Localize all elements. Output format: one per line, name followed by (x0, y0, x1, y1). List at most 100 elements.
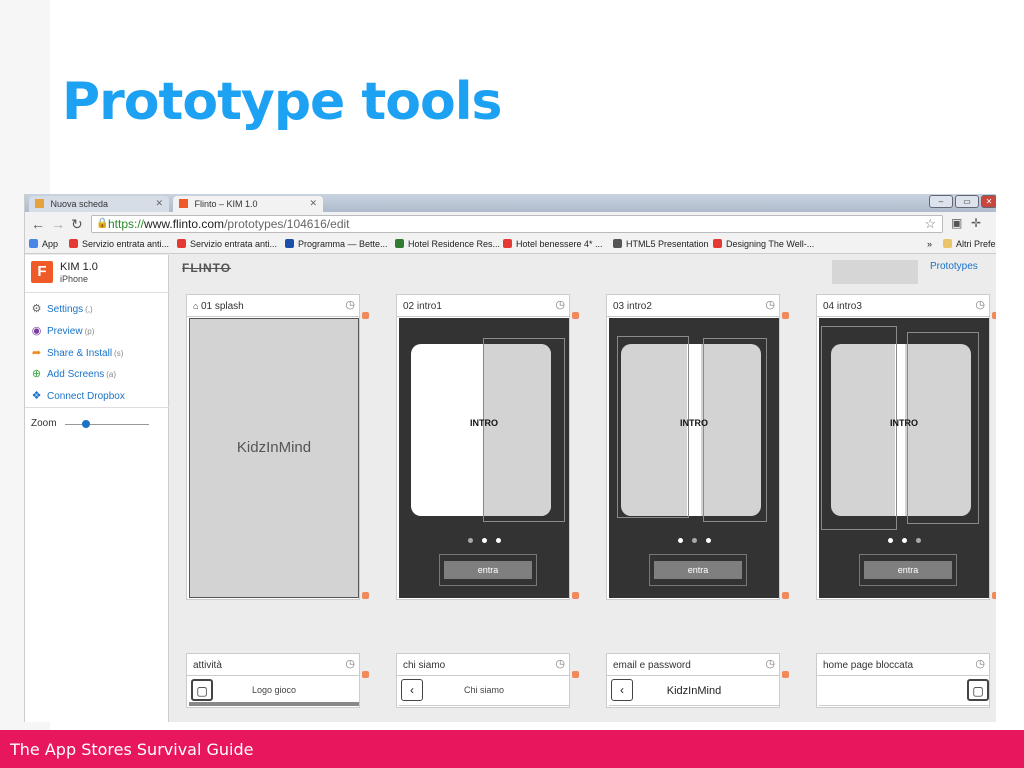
zoom-slider-track[interactable] (65, 424, 149, 425)
flinto-wordmark: FLINTO (182, 261, 232, 275)
back-arrow-icon[interactable]: ← (31, 216, 45, 232)
page-icon (35, 199, 44, 208)
window-close-button[interactable]: ✕ (981, 195, 996, 208)
bookmark-item[interactable]: HTML5 Presentation (613, 239, 709, 249)
slide-frame (703, 338, 767, 522)
tab-flinto[interactable]: Flinto – KIM 1.0 ✕ (173, 196, 323, 212)
screen-card[interactable]: email e password ◷ KidzInMind ‹ (606, 653, 780, 708)
menu-settings[interactable]: ⚙ Settings (,) (31, 302, 93, 315)
apps-grid-icon (29, 239, 38, 248)
address-bar[interactable]: 🔒 https://www.flinto.com/prototypes/1046… (91, 215, 943, 233)
zoom-slider-handle[interactable] (82, 420, 90, 428)
card-title: 03 intro2 (613, 301, 652, 312)
clock-icon[interactable]: ◷ (765, 657, 775, 670)
sidebar: F KIM 1.0 iPhone ⚙ Settings (,) ◉ Preview (p… (25, 255, 169, 722)
chevron-left-icon: ‹ (611, 679, 633, 701)
link-connector-icon[interactable] (782, 312, 789, 319)
link-connector-icon[interactable] (992, 592, 996, 599)
link-connector-icon[interactable] (992, 312, 996, 319)
screen-preview: INTRO entra (819, 318, 989, 598)
link-connector-icon[interactable] (572, 671, 579, 678)
flinto-logo-icon: F (31, 261, 53, 283)
bookmark-item[interactable]: Hotel benessere 4* ... (503, 239, 603, 249)
other-bookmarks[interactable]: Altri Prefe (943, 239, 996, 249)
zoom-label: Zoom (31, 418, 57, 429)
link-connector-icon[interactable] (362, 671, 369, 678)
menu-divider (25, 407, 169, 408)
link-connector-icon[interactable] (572, 312, 579, 319)
slide-title: Prototype tools (62, 72, 502, 132)
clock-icon[interactable]: ◷ (975, 657, 985, 670)
bookmark-icon (177, 239, 186, 248)
extension-icon[interactable]: ▣ (951, 216, 962, 230)
star-icon[interactable]: ☆ (924, 216, 936, 232)
clock-icon[interactable]: ◷ (345, 657, 355, 670)
clock-icon[interactable]: ◷ (555, 657, 565, 670)
link-connector-icon[interactable] (362, 592, 369, 599)
bookmark-item[interactable]: Servizio entrata anti... (177, 239, 277, 249)
bookmark-item[interactable]: App (29, 239, 58, 249)
screen-card[interactable]: 02 intro1 ◷ INTRO entra (396, 294, 570, 600)
entra-button[interactable]: entra (864, 561, 952, 579)
screen-preview: KidzInMind (189, 318, 359, 598)
screen-card[interactable]: ⌂ 01 splash ◷ KidzInMind (186, 294, 360, 600)
project-header: F KIM 1.0 iPhone (25, 255, 169, 293)
bookmark-item[interactable]: Designing The Well-... (713, 239, 814, 249)
page-dot (468, 538, 473, 543)
card-header: 03 intro2 ◷ (607, 295, 779, 317)
card-header: attività ◷ (187, 654, 359, 676)
screen-text: Chi siamo (463, 685, 504, 695)
bookmark-item[interactable]: Servizio entrata anti... (69, 239, 169, 249)
card-title: home page bloccata (823, 660, 914, 671)
menu-add-screens[interactable]: ⊕ Add Screens (a) (31, 367, 116, 380)
bookmarks-more[interactable]: » (927, 239, 932, 249)
clock-icon[interactable]: ◷ (555, 298, 565, 311)
menu-share-install[interactable]: ➦ Share & Install (s) (31, 346, 123, 359)
reload-icon[interactable]: ↻ (71, 216, 83, 233)
bookmark-item[interactable]: Programma — Bette... (285, 239, 388, 249)
card-header: home page bloccata ◷ (817, 654, 989, 676)
link-connector-icon[interactable] (362, 312, 369, 319)
screen-card[interactable]: attività ◷ Logo gioco ▢ (186, 653, 360, 708)
slide: Prototype tools Nuova scheda ✕ Flinto – … (0, 0, 1024, 768)
flinto-favicon-icon (179, 199, 188, 208)
screen-card[interactable]: 04 intro3 ◷ INTRO entra (816, 294, 990, 600)
bookmark-icon (285, 239, 294, 248)
card-header: 04 intro3 ◷ (817, 295, 989, 317)
clock-icon[interactable]: ◷ (975, 298, 985, 311)
screen-card[interactable]: 03 intro2 ◷ INTRO entra (606, 294, 780, 600)
intro-text: INTRO (680, 418, 708, 428)
footer-text: The App Stores Survival Guide (10, 740, 254, 759)
link-connector-icon[interactable] (782, 671, 789, 678)
screen-bar (189, 702, 359, 706)
bookmark-icon (613, 239, 622, 248)
card-header: ⌂ 01 splash ◷ (187, 295, 359, 317)
close-icon[interactable]: ✕ (155, 198, 163, 209)
move-cross-icon[interactable]: ✛ (971, 216, 981, 230)
forward-arrow-icon[interactable]: → (51, 216, 65, 232)
entra-button[interactable]: entra (654, 561, 742, 579)
maximize-button[interactable]: ▭ (955, 195, 979, 208)
tab-new[interactable]: Nuova scheda ✕ (29, 196, 169, 212)
slide-gap (687, 344, 701, 516)
close-icon[interactable]: ✕ (309, 198, 317, 209)
page-dot (678, 538, 683, 543)
clock-icon[interactable]: ◷ (765, 298, 775, 311)
card-header: 02 intro1 ◷ (397, 295, 569, 317)
menu-preview[interactable]: ◉ Preview (p) (31, 324, 95, 337)
prototypes-link[interactable]: Prototypes (930, 261, 978, 272)
screen-card[interactable]: chi siamo ◷ Chi siamo ‹ (396, 653, 570, 708)
plus-circle-icon: ⊕ (31, 368, 42, 380)
menu-connect-dropbox[interactable]: ❖ Connect Dropbox (31, 389, 125, 402)
link-connector-icon[interactable] (572, 592, 579, 599)
eye-icon: ◉ (31, 325, 42, 337)
entra-button[interactable]: entra (444, 561, 532, 579)
clock-icon[interactable]: ◷ (345, 298, 355, 311)
lock-icon: 🔒 (96, 218, 109, 229)
link-connector-icon[interactable] (782, 592, 789, 599)
bookmark-item[interactable]: Hotel Residence Res... (395, 239, 500, 249)
screen-card[interactable]: home page bloccata ◷ ▢ (816, 653, 990, 708)
minimize-button[interactable]: – (929, 195, 953, 208)
card-title: chi siamo (403, 660, 446, 671)
page-dot (902, 538, 907, 543)
